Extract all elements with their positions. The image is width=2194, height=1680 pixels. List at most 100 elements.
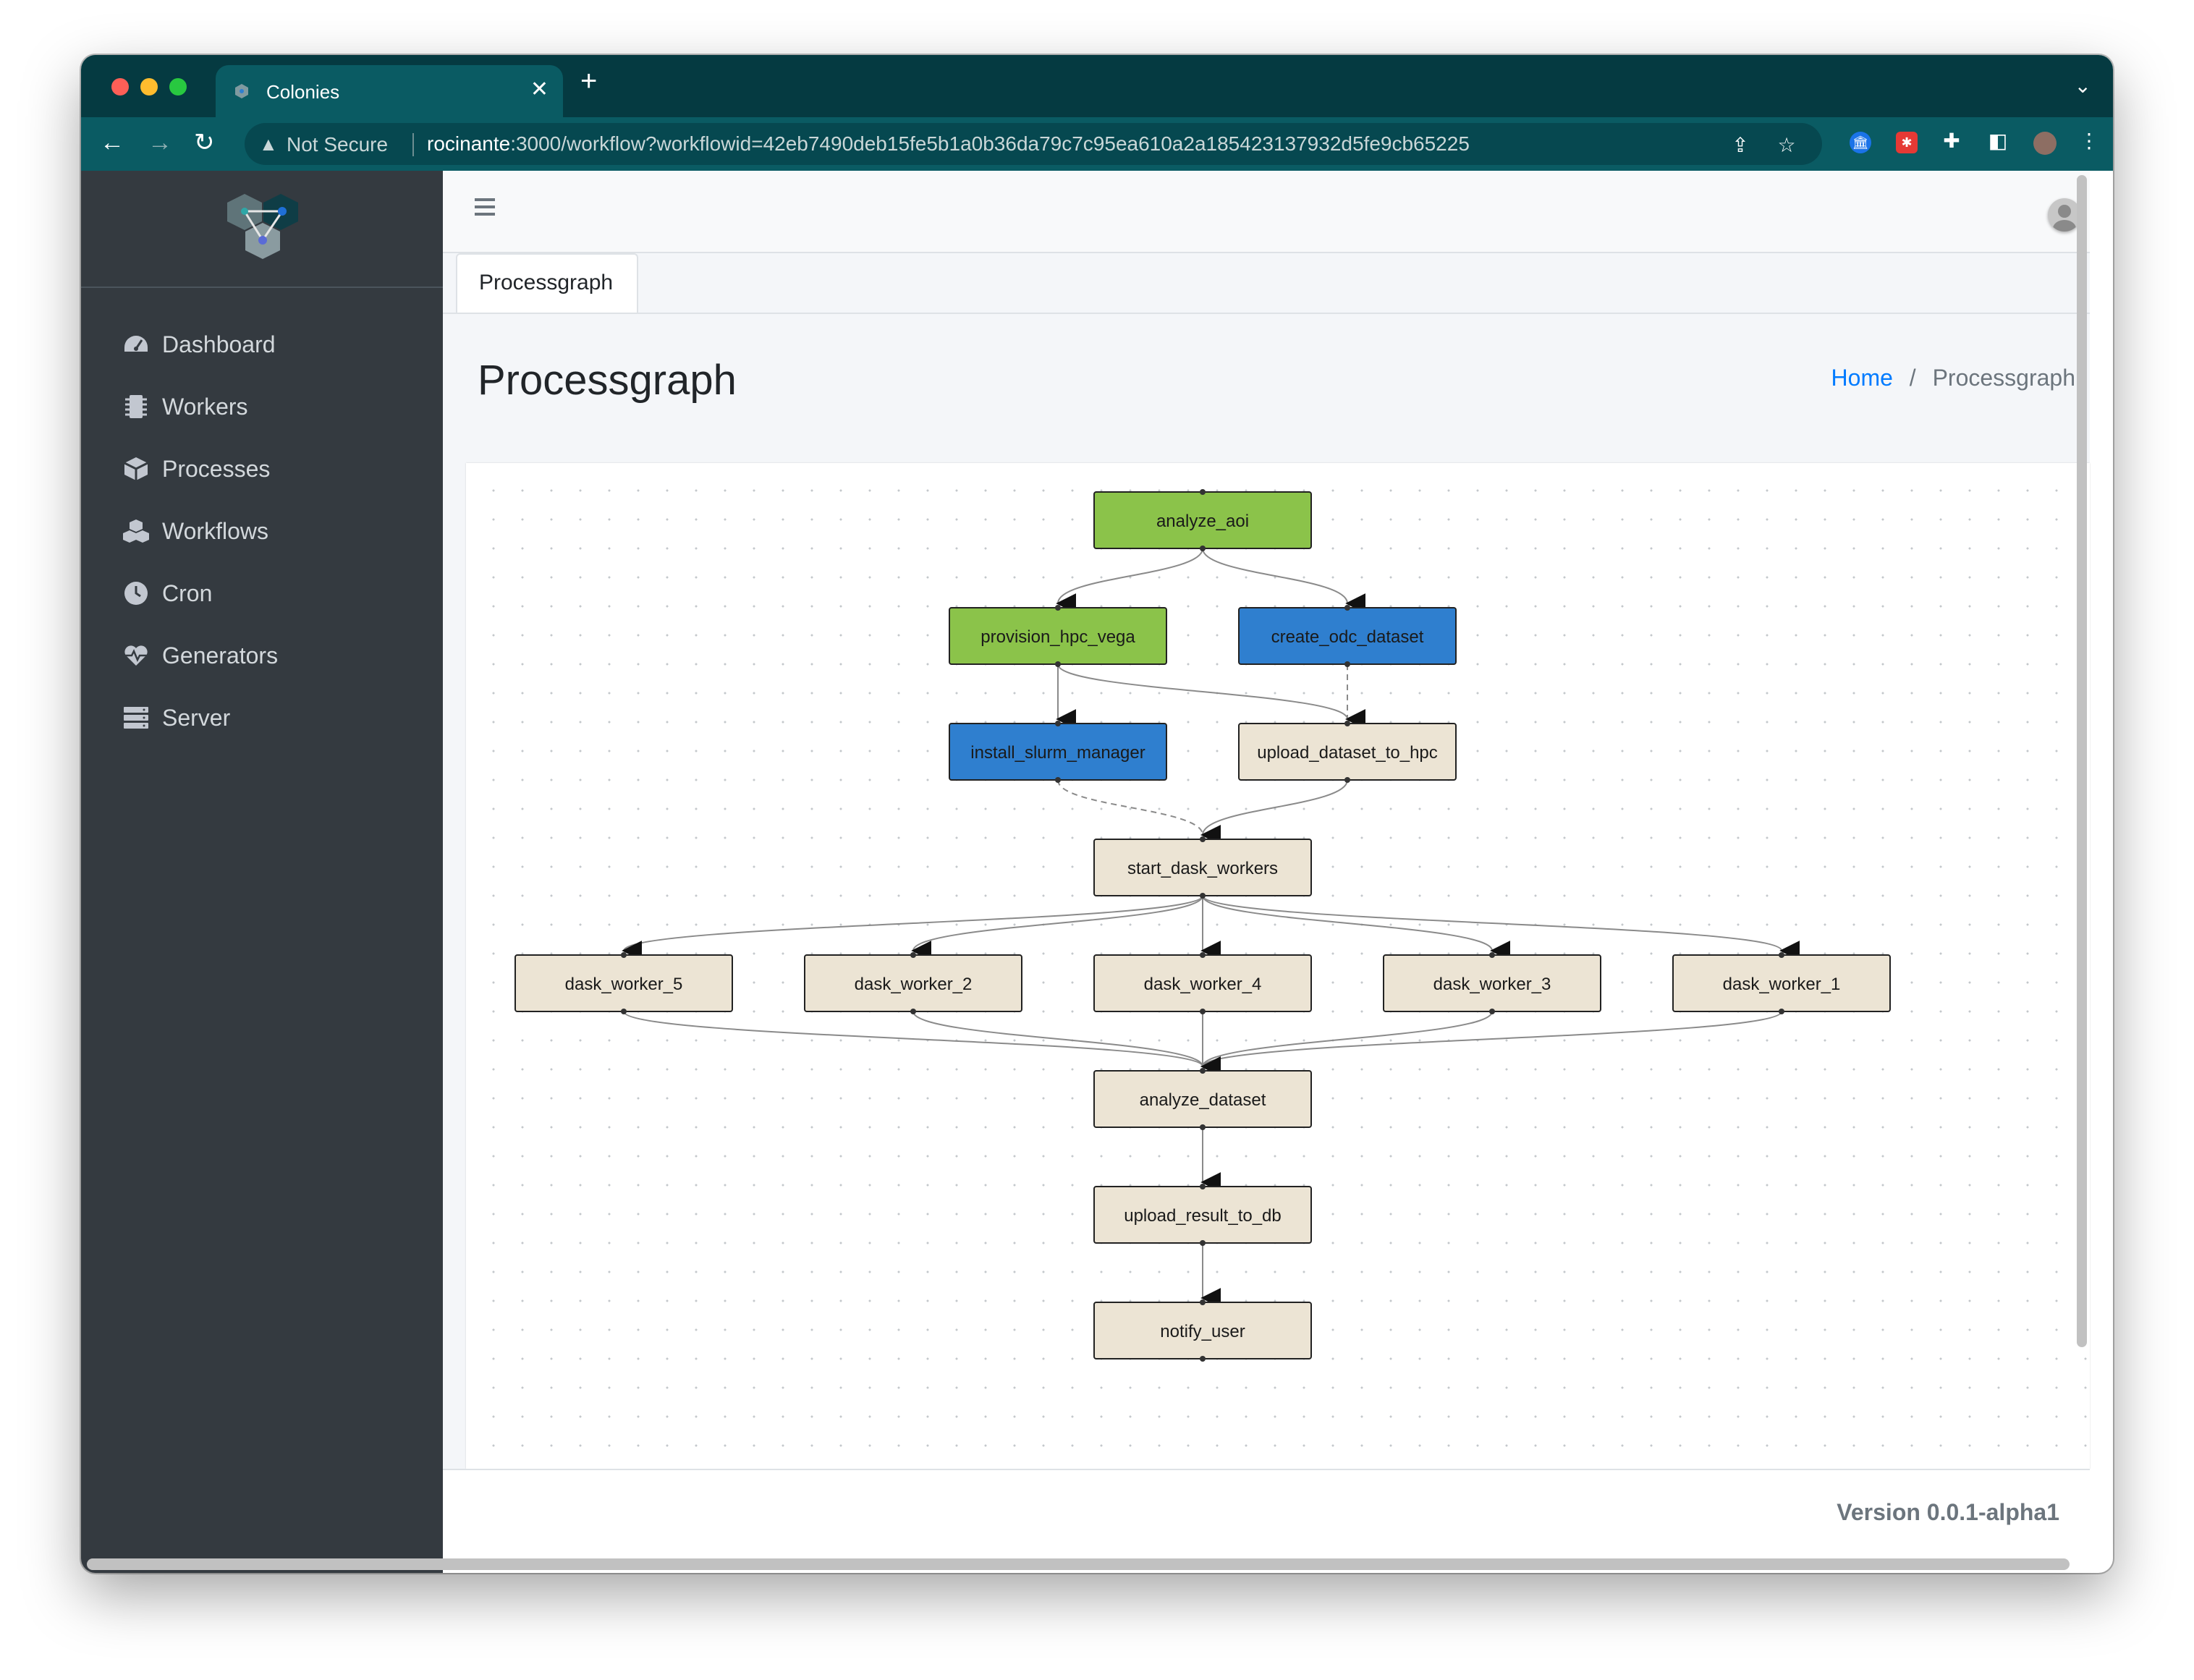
share-icon[interactable]: ⇪ [1729,135,1751,156]
node-output-handle[interactable] [1344,777,1350,783]
node-output-handle[interactable] [1200,1009,1206,1014]
tab-search-chevron-icon[interactable]: ⌄ [2075,74,2091,98]
reload-icon[interactable]: ↻ [194,130,215,155]
side-panel-icon[interactable]: ◧ [1987,130,2009,152]
url-text[interactable]: rocinante:3000/workflow?workflowid=42eb7… [427,132,1470,156]
back-arrow-icon[interactable]: ← [100,130,124,155]
edge-dask_worker_1-to-analyze_dataset [1200,1011,1782,1077]
horizontal-scrollbar[interactable] [87,1558,2070,1570]
graph-node-upload_dataset_to_hpc[interactable]: upload_dataset_to_hpc [1238,721,1457,783]
node-input-handle[interactable] [1489,952,1495,958]
node-input-handle[interactable] [1200,1068,1206,1074]
sidebar-item-workers[interactable]: Workers [122,385,248,428]
edge-upload_dataset_to_hpc-to-start_dask_workers [1200,779,1348,846]
node-label: dask_worker_3 [1433,975,1551,994]
node-label: provision_hpc_vega [980,627,1135,647]
url-path: :3000/workflow?workflowid=42eb7490deb15f… [510,132,1470,155]
node-output-handle[interactable] [1200,1240,1206,1246]
node-output-handle[interactable] [910,1009,916,1014]
heartbeat-icon [122,641,151,670]
node-output-handle[interactable] [1200,1124,1206,1130]
node-label: analyze_dataset [1140,1090,1266,1110]
edge-install_slurm_manager-to-start_dask_workers [1057,779,1221,845]
node-output-handle[interactable] [1344,661,1350,667]
graph-node-upload_result_to_db[interactable]: upload_result_to_db [1093,1184,1312,1246]
node-input-handle[interactable] [1344,605,1350,611]
browser-tab[interactable]: Colonies ✕ [216,65,563,117]
workflow-graph[interactable]: analyze_aoi provision_hpc_vega create_odc_… [466,463,2090,1469]
sidebar-item-label: Dashboard [162,331,276,357]
close-window-button[interactable] [111,78,129,96]
browser-menu-icon[interactable]: ⋮ [2078,130,2100,152]
extensions-puzzle-icon[interactable]: ✚ [1941,130,1962,152]
node-input-handle[interactable] [1200,1184,1206,1189]
sidebar-item-dashboard[interactable]: Dashboard [122,323,276,366]
node-output-handle[interactable] [1055,661,1061,667]
node-input-handle[interactable] [1344,721,1350,726]
graph-node-analyze_dataset[interactable]: analyze_dataset [1093,1068,1312,1130]
hamburger-menu-icon[interactable] [475,197,496,217]
server-icon [122,703,151,732]
node-input-handle[interactable] [1055,605,1061,611]
graph-node-provision_hpc_vega[interactable]: provision_hpc_vega [949,605,1167,667]
sidebar-item-processes[interactable]: Processes [122,447,270,491]
forward-arrow-icon[interactable]: → [148,130,172,155]
node-output-handle[interactable] [1200,1356,1206,1362]
new-tab-icon[interactable]: + [580,67,597,96]
node-output-handle[interactable] [1055,777,1061,783]
minimize-window-button[interactable] [140,78,158,96]
node-input-handle[interactable] [621,952,627,958]
tab-close-icon[interactable]: ✕ [530,77,548,102]
address-bar[interactable]: ▲ Not Secure rocinante:3000/workflow?wor… [245,123,1822,165]
extension-bank-icon[interactable]: 🏛 [1850,132,1871,153]
graph-node-dask_worker_1[interactable]: dask_worker_1 [1672,952,1891,1014]
zoom-window-button[interactable] [169,78,187,96]
graph-node-notify_user[interactable]: notify_user [1093,1299,1312,1362]
node-input-handle[interactable] [910,952,916,958]
node-output-handle[interactable] [621,1009,627,1014]
tab-title: Colonies [266,81,340,103]
breadcrumb-separator: / [1909,365,1916,391]
processgraph-canvas[interactable]: analyze_aoi provision_hpc_vega create_odc_… [466,463,2090,1469]
graph-node-install_slurm_manager[interactable]: install_slurm_manager [949,721,1167,783]
node-output-handle[interactable] [1200,546,1206,551]
graph-node-dask_worker_2[interactable]: dask_worker_2 [804,952,1022,1014]
vertical-scrollbar[interactable] [2077,175,2087,1347]
breadcrumb-home-link[interactable]: Home [1831,365,1893,391]
warning-triangle-icon: ▲ [259,133,278,155]
tab-processgraph[interactable]: Processgraph [456,253,638,313]
sidebar-item-cron[interactable]: Cron [122,572,212,615]
node-input-handle[interactable] [1200,836,1206,842]
node-output-handle[interactable] [1779,1009,1784,1014]
sidebar-item-workflows[interactable]: Workflows [122,509,268,553]
edge-provision_hpc_vega-to-upload_dataset_to_hpc [1057,663,1366,729]
colonies-logo-icon[interactable] [223,191,302,263]
graph-node-dask_worker_3[interactable]: dask_worker_3 [1383,952,1601,1014]
graph-node-start_dask_workers[interactable]: start_dask_workers [1093,836,1312,899]
node-input-handle[interactable] [1200,1299,1206,1305]
node-label: dask_worker_2 [855,975,973,994]
security-label[interactable]: Not Secure [287,133,388,156]
graph-node-dask_worker_5[interactable]: dask_worker_5 [514,952,733,1014]
node-label: install_slurm_manager [970,743,1145,763]
edge-start_dask_workers-to-dask_worker_2 [911,895,1203,962]
node-output-handle[interactable] [1200,893,1206,899]
browser-toolbar: ← → ↻ ▲ Not Secure rocinante:3000/workfl… [81,117,2113,171]
node-output-handle[interactable] [1489,1009,1495,1014]
version-text: Version 0.0.1-alpha1 [1837,1499,2059,1525]
microchip-icon [122,392,151,421]
graph-node-analyze_aoi[interactable]: analyze_aoi [1093,489,1312,551]
sidebar-item-server[interactable]: Server [122,696,230,739]
extension-red-icon[interactable]: ✱ [1896,132,1918,153]
bookmark-star-icon[interactable]: ☆ [1776,135,1797,156]
node-input-handle[interactable] [1779,952,1784,958]
url-host: rocinante [427,132,511,155]
node-input-handle[interactable] [1055,721,1061,726]
graph-node-create_odc_dataset[interactable]: create_odc_dataset [1238,605,1457,667]
sidebar-item-generators[interactable]: Generators [122,634,278,677]
profile-avatar-icon[interactable] [2033,132,2057,155]
node-input-handle[interactable] [1200,952,1206,958]
graph-node-dask_worker_4[interactable]: dask_worker_4 [1093,952,1312,1014]
node-input-handle[interactable] [1200,489,1206,495]
node-label: upload_dataset_to_hpc [1257,743,1438,763]
